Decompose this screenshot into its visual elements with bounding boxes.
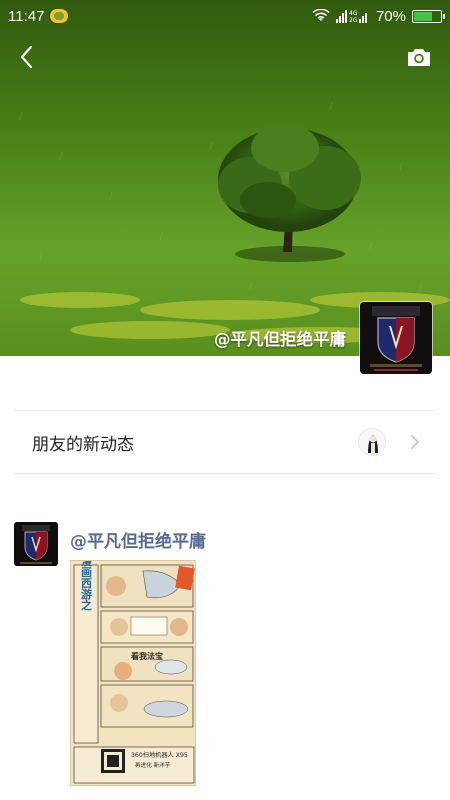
post-author-avatar[interactable] bbox=[14, 522, 58, 566]
battery-icon bbox=[412, 9, 445, 23]
poster-title: 漫画西游之 bbox=[80, 561, 93, 611]
friend-avatar bbox=[358, 428, 386, 456]
friends-update-label: 朋友的新动态 bbox=[32, 434, 134, 455]
friend-avatar-image bbox=[359, 429, 385, 455]
cover-user-name[interactable]: @平凡但拒绝平庸 bbox=[214, 326, 346, 350]
camera-icon bbox=[408, 49, 430, 66]
svg-text:2G: 2G bbox=[349, 17, 358, 23]
battery-level bbox=[414, 11, 433, 21]
poster-subtitle: 看我法宝 bbox=[130, 651, 163, 661]
friends-update-row[interactable]: 朋友的新动态 bbox=[0, 411, 450, 473]
cover-avatar[interactable] bbox=[360, 302, 432, 374]
chevron-right-icon bbox=[408, 432, 422, 452]
post-image[interactable]: 漫画西游之 看我法宝 360扫地机器人 X95 再进化 新洋芋 bbox=[70, 560, 196, 786]
battery-percent: 70% bbox=[375, 7, 406, 25]
shield-emblem-icon bbox=[14, 522, 58, 566]
comic-poster: 漫画西游之 看我法宝 360扫地机器人 X95 再进化 新洋芋 bbox=[71, 561, 195, 785]
svg-text:4G: 4G bbox=[349, 10, 358, 17]
cellular-signal-icon: 4G 2G bbox=[335, 10, 367, 23]
clock: 11:47 bbox=[8, 7, 45, 25]
wifi-icon bbox=[312, 9, 330, 21]
back-button[interactable] bbox=[12, 42, 40, 72]
post-author-name[interactable]: @平凡但拒绝平庸 bbox=[70, 527, 206, 552]
divider-bottom bbox=[14, 473, 436, 474]
chevron-left-icon bbox=[20, 45, 33, 69]
app-notification-icon bbox=[50, 9, 69, 23]
poster-product: 360扫地机器人 X95 bbox=[131, 751, 188, 759]
status-bar: 11:47 4G 2G 70% bbox=[0, 0, 450, 32]
camera-button[interactable] bbox=[404, 44, 434, 70]
poster-tagline: 再进化 新洋芋 bbox=[135, 761, 171, 769]
shield-emblem-icon bbox=[360, 302, 432, 374]
